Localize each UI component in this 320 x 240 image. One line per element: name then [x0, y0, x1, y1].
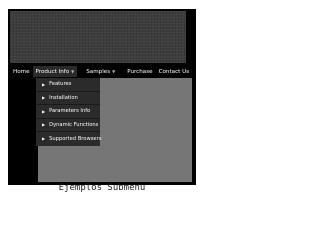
triangle-right-icon: ▶ [42, 81, 46, 87]
submenu-item-features[interactable]: ▶ Features [36, 78, 100, 92]
menu-item-contact-us[interactable]: Contact Us [156, 66, 193, 77]
menu-item-label: Purchase [127, 68, 153, 75]
product-info-submenu: ▶ Features ▶ Installation ▶ Parameters I… [36, 78, 102, 146]
header-pattern [10, 11, 186, 63]
menu-item-label: Samples [86, 68, 111, 75]
menu-item-home[interactable]: Home [10, 66, 33, 77]
submenu-item-dynamic-functions[interactable]: ▶ Dynamic Functions [36, 119, 100, 132]
triangle-right-icon: ▶ [42, 136, 46, 142]
chevron-down-icon: ▼ [71, 69, 75, 74]
menu-item-label: Contact Us [158, 68, 190, 75]
submenu-item-label: Features [49, 81, 72, 88]
submenu-item-label: Supported Browsers [49, 135, 102, 142]
caption-text: Ejemplos Submenu [58, 183, 146, 193]
submenu-item-label: Dynamic Functions [49, 121, 99, 128]
menu-item-purchase[interactable]: Purchase [124, 66, 155, 77]
chevron-down-icon: ▼ [112, 69, 116, 74]
triangle-right-icon: ▶ [42, 122, 46, 128]
submenu-item-supported-browsers[interactable]: ▶ Supported Browsers [36, 132, 102, 146]
menu-item-label: Product Info [35, 68, 70, 75]
submenu-item-installation[interactable]: ▶ Installation [36, 92, 100, 105]
submenu-item-label: Parameters Info [49, 108, 91, 115]
menu-item-samples[interactable]: Samples ▼ [83, 66, 118, 77]
menu-item-label: Home [13, 68, 30, 75]
submenu-item-label: Installation [49, 94, 78, 101]
menu-item-product-info[interactable]: Product Info ▼ [32, 66, 78, 77]
triangle-right-icon: ▶ [42, 108, 46, 114]
triangle-right-icon: ▶ [42, 95, 46, 101]
demo-frame: Home Product Info ▼ Samples ▼ Purchase C… [8, 9, 196, 185]
main-menubar: Home Product Info ▼ Samples ▼ Purchase C… [10, 66, 194, 77]
submenu-item-parameters-info[interactable]: ▶ Parameters Info [36, 105, 100, 119]
